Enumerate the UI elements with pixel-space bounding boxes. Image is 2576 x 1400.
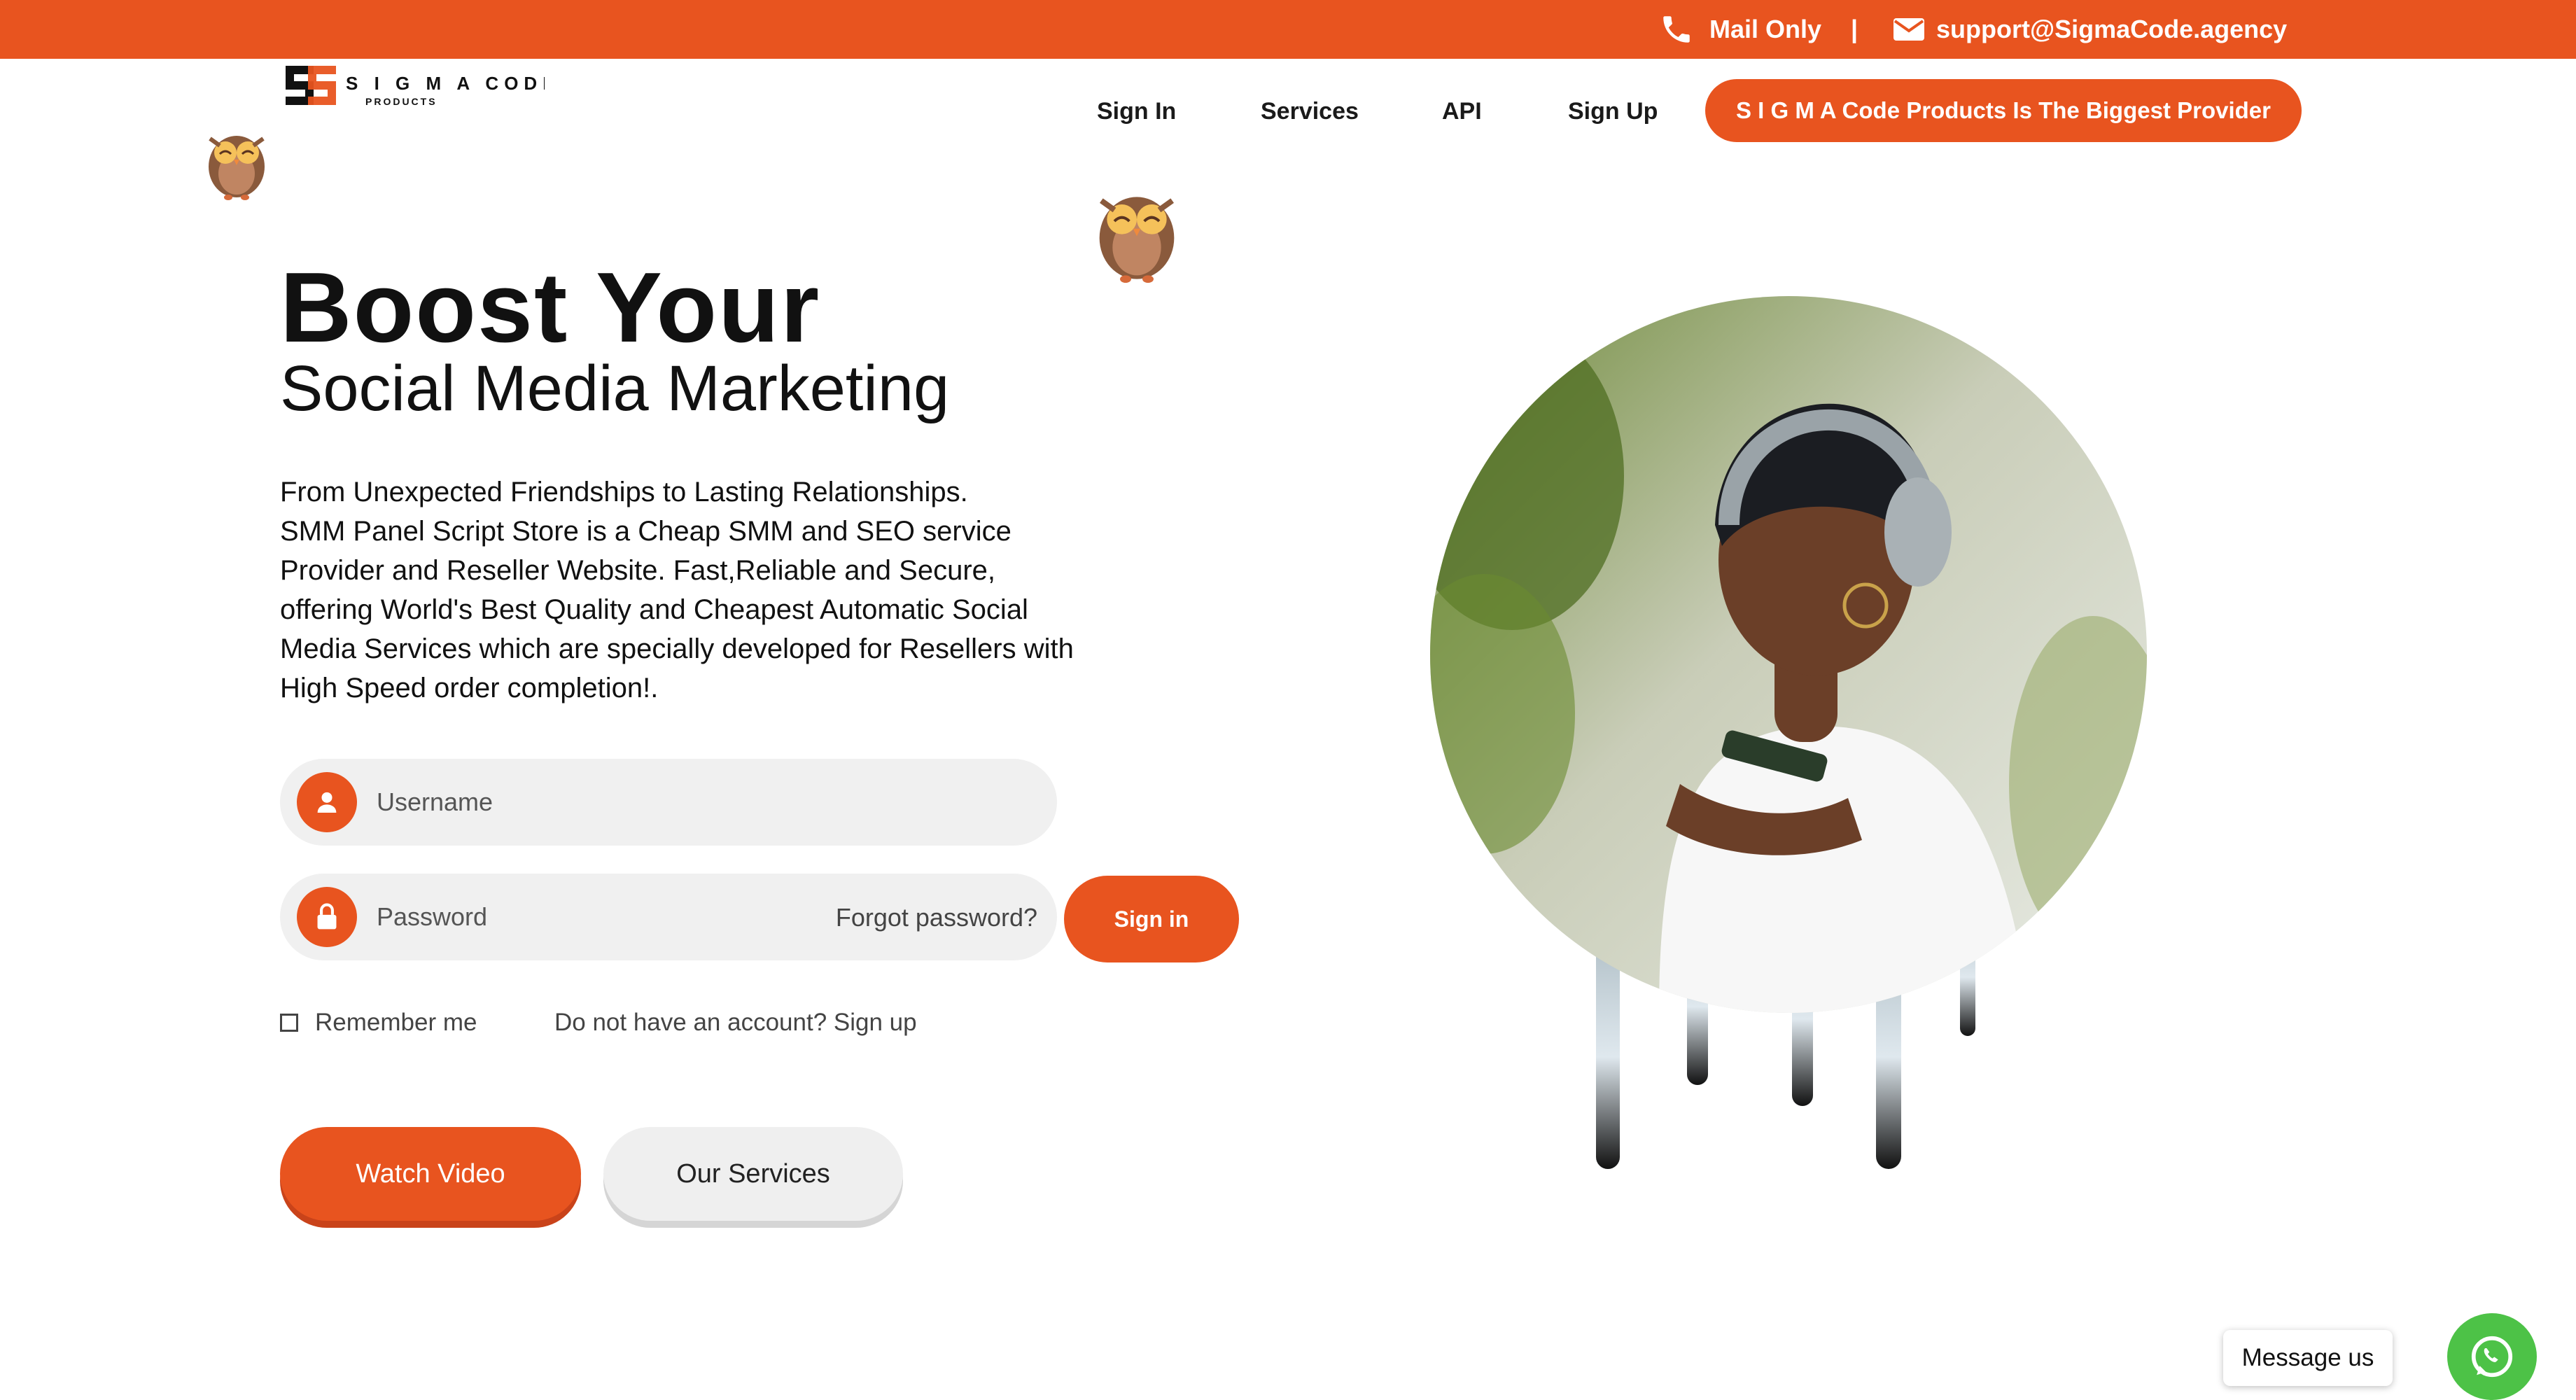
signup-link[interactable]: Do not have an account? Sign up <box>554 1005 917 1040</box>
watch-video-button[interactable]: Watch Video <box>280 1127 581 1221</box>
username-placeholder: Username <box>377 788 493 816</box>
remember-me[interactable]: Remember me <box>280 1005 477 1040</box>
top-contact-bar: Mail Only | support@SigmaCode.agency <box>0 0 2576 59</box>
email-contact[interactable]: support@SigmaCode.agency <box>1891 0 2287 59</box>
mail-icon <box>1893 18 1924 41</box>
provider-cta-button[interactable]: S I G M A Code Products Is The Biggest P… <box>1705 79 2302 142</box>
our-services-button[interactable]: Our Services <box>603 1127 903 1221</box>
phone-label: Mail Only <box>1709 15 1822 43</box>
hero-description: From Unexpected Friendships to Lasting R… <box>280 477 1074 704</box>
phone-contact[interactable]: Mail Only <box>1659 0 1821 59</box>
remember-label: Remember me <box>315 1009 477 1036</box>
nav-sign-in[interactable]: Sign In <box>1097 95 1176 127</box>
password-placeholder: Password <box>377 902 488 931</box>
lock-icon <box>297 887 357 947</box>
svg-text:S I G M A CODE: S I G M A CODE <box>346 73 545 94</box>
hero-subtitle: Social Media Marketing <box>280 353 950 424</box>
message-us-bubble[interactable]: Message us <box>2223 1330 2393 1386</box>
whatsapp-button[interactable] <box>2447 1313 2537 1400</box>
nav-sign-up[interactable]: Sign Up <box>1568 95 1658 127</box>
topbar-separator: | <box>1851 15 1858 43</box>
phone-icon <box>1663 16 1690 43</box>
username-field[interactable]: Username <box>280 759 1057 846</box>
forgot-password-link[interactable]: Forgot password? <box>836 900 1037 935</box>
owl-mascot-icon <box>209 136 265 200</box>
sign-in-button[interactable]: Sign in <box>1064 876 1239 962</box>
nav-services[interactable]: Services <box>1261 95 1359 127</box>
sigma-code-logo[interactable]: S I G M A CODE PRODUCTS <box>279 59 555 122</box>
email-address: support@SigmaCode.agency <box>1936 15 2288 43</box>
whatsapp-icon <box>2471 1336 2513 1378</box>
user-icon <box>297 772 357 832</box>
remember-checkbox[interactable] <box>280 1014 298 1032</box>
nav-api[interactable]: API <box>1442 95 1482 127</box>
owl-mascot-icon <box>1099 197 1175 283</box>
password-field[interactable]: Password Forgot password? <box>280 874 1057 960</box>
hero-title: Boost Your <box>280 252 821 363</box>
svg-text:PRODUCTS: PRODUCTS <box>365 96 438 107</box>
hero-image <box>1430 296 2147 1169</box>
